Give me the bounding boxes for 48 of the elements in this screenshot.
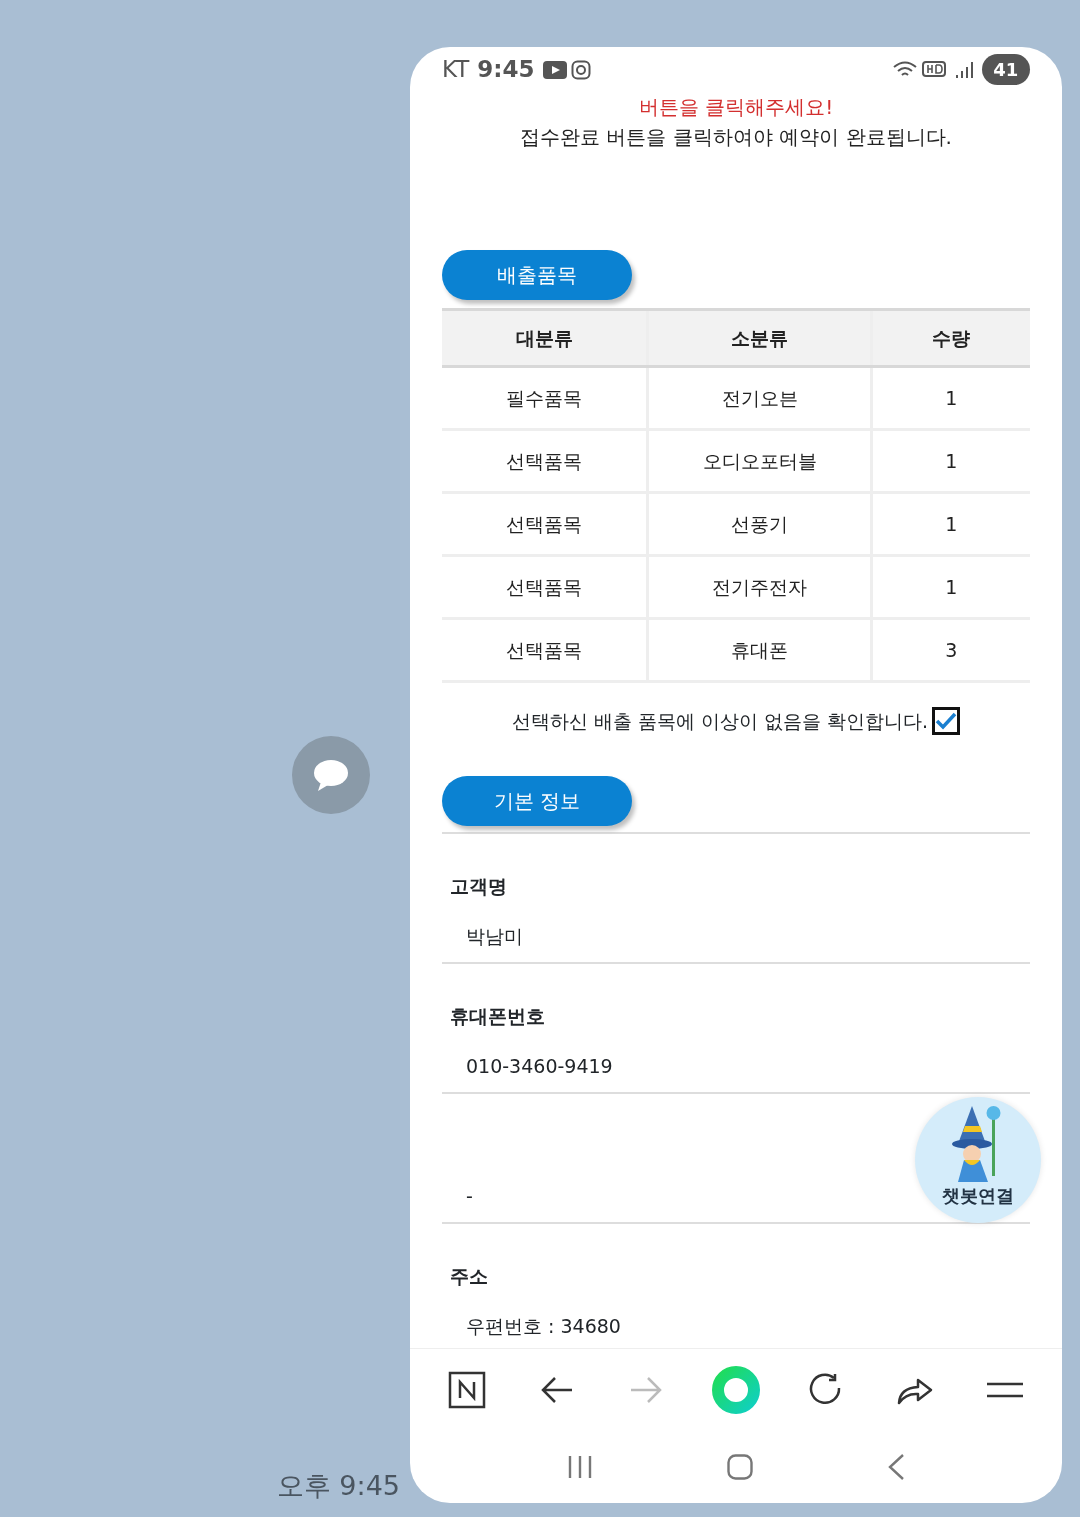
play-icon <box>542 60 567 79</box>
table-cell: 1 <box>871 555 1030 619</box>
home-button[interactable] <box>727 1453 753 1480</box>
ring-icon <box>711 1365 760 1414</box>
field-label: 휴대폰번호 <box>450 1003 546 1029</box>
column-header: 소분류 <box>647 309 872 367</box>
speech-bubble-icon <box>312 758 350 792</box>
table-cell: 전기주전자 <box>647 555 872 619</box>
table-cell: 전기오븐 <box>647 366 872 430</box>
status-time: 9:45 <box>477 55 535 85</box>
n-icon <box>447 1370 486 1409</box>
field-value: - <box>466 1183 473 1209</box>
forward-arrow-icon <box>629 1374 664 1405</box>
table-cell: 오디오포터블 <box>647 429 872 493</box>
confirm-text: 선택하신 배출 품목에 이상이 없음을 확인합니다. <box>511 709 929 734</box>
section-header: 배출품목 <box>442 250 632 300</box>
table-cell: 선택품목 <box>442 492 648 556</box>
table-cell: 3 <box>871 618 1030 682</box>
carrier-label: KT <box>442 55 470 85</box>
hd-icon <box>921 59 946 80</box>
field-label: 고객명 <box>450 873 508 899</box>
back-button[interactable] <box>887 1452 905 1481</box>
table-cell: 휴대폰 <box>647 618 872 682</box>
table-cell: 1 <box>871 492 1030 556</box>
message-time: 오후 9:45 <box>276 1469 400 1503</box>
signal-icon <box>953 59 974 80</box>
camera-icon <box>570 59 591 80</box>
table-cell: 선풍기 <box>647 492 872 556</box>
field-value: 010-3460-9419 <box>466 1053 613 1079</box>
table-cell: 1 <box>871 429 1030 493</box>
chatbot-button[interactable]: 챗봇연결 <box>915 1097 1041 1223</box>
table-cell: 필수품목 <box>442 366 648 430</box>
recent-apps-button[interactable] <box>567 1453 593 1480</box>
table-cell: 1 <box>871 366 1030 430</box>
column-header: 대분류 <box>442 309 648 367</box>
field-label: 주소 <box>450 1263 489 1289</box>
table-cell: 선택품목 <box>442 555 648 619</box>
column-header: 수량 <box>871 309 1030 367</box>
notice-text: 접수완료 버튼을 클릭하여야 예약이 완료됩니다. <box>519 124 953 151</box>
back-arrow-icon <box>539 1374 574 1405</box>
table-cell: 선택품목 <box>442 618 648 682</box>
table-cell: 선택품목 <box>442 429 648 493</box>
battery-level: 41 <box>981 54 1030 85</box>
field-value: 박남미 <box>466 923 523 949</box>
field-value: 우편번호 : 34680 <box>466 1313 621 1339</box>
checkbox[interactable] <box>932 707 961 736</box>
alert-text: 버튼을 클릭해주세요! <box>637 94 835 121</box>
section-header: 기본 정보 <box>442 775 632 826</box>
